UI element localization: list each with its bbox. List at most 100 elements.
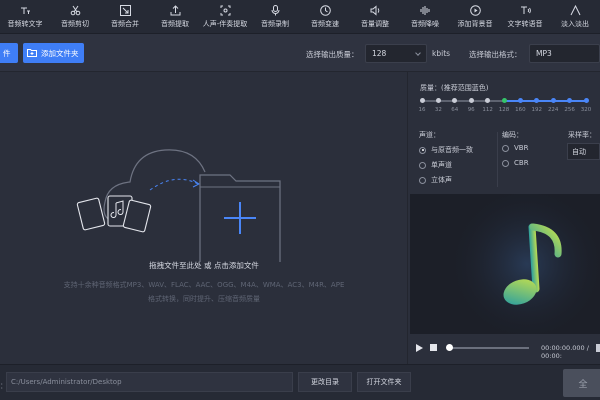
radio-dot <box>502 144 509 152</box>
volume-icon[interactable] <box>596 344 600 352</box>
quality-select[interactable]: 128 <box>365 44 427 63</box>
samplerate-select[interactable]: 自动 <box>567 143 600 160</box>
format-label: 选择输出格式： <box>469 50 522 59</box>
settings-panel: 质量：(推荐范围蓝色) 16 32 64 96 112 128 160 192 224 256 32… <box>408 72 600 192</box>
open-folder-button[interactable]: 打开文件夹 <box>357 372 411 392</box>
output-path-field[interactable]: C:/Users/Administrator/Desktop <box>6 372 293 392</box>
speed-icon <box>319 5 331 16</box>
drop-zone[interactable]: 拖拽文件至此处 或 点击添加文件 支持十余种音频格式MP3、WAV、FLAC、A… <box>0 72 408 364</box>
tool-volume-adjust[interactable]: 音量调整 <box>350 0 400 34</box>
tool-vocal-split[interactable]: 人声-伴奏提取 <box>200 0 250 34</box>
bitrate-tick[interactable] <box>419 98 425 103</box>
encoding-title: 编码： <box>502 131 523 139</box>
tool-audio-merge[interactable]: 音频合并 <box>100 0 150 34</box>
extract-icon <box>170 5 181 16</box>
play-icon[interactable] <box>416 344 423 352</box>
tool-audio-cut[interactable]: 音频剪切 <box>50 0 100 34</box>
radio-channel-original[interactable]: 与原音频一致 <box>419 145 473 155</box>
tool-audio-denoise[interactable]: 音频降噪 <box>400 0 450 34</box>
tool-label: 音频剪切 <box>61 20 89 28</box>
add-bgm-icon <box>469 5 481 16</box>
seek-bar[interactable] <box>447 347 529 349</box>
convert-all-label: 全 <box>578 379 588 390</box>
bitrate-tick[interactable] <box>485 98 491 103</box>
record-icon <box>270 5 281 16</box>
bitrate-tick[interactable] <box>501 98 507 103</box>
radio-label: 与原音频一致 <box>431 146 473 154</box>
format-value: MP3 <box>536 49 552 58</box>
tool-label: 淡入淡出 <box>561 20 589 28</box>
tool-label: 音频降噪 <box>411 20 439 28</box>
seek-handle[interactable] <box>446 344 453 351</box>
radio-channel-mono[interactable]: 单声道 <box>419 160 452 170</box>
bitrate-tick[interactable] <box>534 98 540 103</box>
options-bar: 件 添加文件夹 选择输出质量： 128 kbits 选择输出格式： MP3 <box>0 34 600 72</box>
radio-encoding-vbr[interactable]: VBR <box>502 144 528 152</box>
tool-speech-to-text[interactable]: 音频转文字 <box>0 0 50 34</box>
audio-preview <box>410 194 600 334</box>
bitrate-tick[interactable] <box>435 98 441 103</box>
channel-title: 声道： <box>419 131 440 139</box>
music-note-icon <box>447 194 600 334</box>
stop-icon[interactable] <box>430 344 437 351</box>
time-readout: 00:00:00.000 / 00:00: <box>541 344 589 360</box>
bitrate-tick-label: 320 <box>580 107 592 113</box>
add-folder-button[interactable]: 添加文件夹 <box>23 43 84 63</box>
bitrate-tick[interactable] <box>550 98 556 103</box>
radio-dot <box>502 159 509 167</box>
radio-label: 单声道 <box>431 161 452 169</box>
bitrate-tick[interactable] <box>567 98 573 103</box>
open-folder-label: 打开文件夹 <box>366 378 402 386</box>
tool-audio-speed[interactable]: 音频变速 <box>300 0 350 34</box>
tool-fade[interactable]: 淡入淡出 <box>550 0 600 34</box>
samplerate-value: 自动 <box>572 147 586 156</box>
bitrate-tick[interactable] <box>517 98 523 103</box>
player-controls: 00:00:00.000 / 00:00: <box>408 334 600 364</box>
tool-label: 添加背景音 <box>457 20 493 28</box>
tool-add-bgm[interactable]: 添加背景音 <box>450 0 500 34</box>
tool-audio-record[interactable]: 音频录制 <box>250 0 300 34</box>
chevron-down-icon <box>415 50 421 56</box>
change-directory-button[interactable]: 更改目录 <box>298 372 352 392</box>
tool-label: 音量调整 <box>361 20 389 28</box>
fade-icon <box>570 5 581 16</box>
tool-audio-extract[interactable]: 音频提取 <box>150 0 200 34</box>
slider-recommended-range <box>504 100 586 102</box>
denoise-icon <box>420 5 431 16</box>
folder-icon <box>27 48 37 59</box>
scissors-icon <box>70 5 81 16</box>
bitrate-tick[interactable] <box>452 98 458 103</box>
bitrate-slider[interactable] <box>419 98 589 103</box>
quality-value: 128 <box>372 49 387 58</box>
tool-text-to-speech[interactable]: 文字转语音 <box>500 0 550 34</box>
bitrate-tick[interactable] <box>583 98 589 103</box>
speech-to-text-icon <box>20 5 31 16</box>
radio-dot <box>419 176 426 184</box>
drop-illustration <box>76 149 281 262</box>
radio-encoding-cbr[interactable]: CBR <box>502 159 529 167</box>
add-file-button[interactable]: 件 <box>0 43 18 63</box>
radio-label: 立体声 <box>431 176 452 184</box>
convert-all-button[interactable]: 全 <box>563 369 600 397</box>
bitrate-tick[interactable] <box>468 98 474 103</box>
bottom-bar: ： C:/Users/Administrator/Desktop 更改目录 打开… <box>0 364 600 400</box>
tool-label: 音频录制 <box>261 20 289 28</box>
tool-label: 音频转文字 <box>7 20 43 28</box>
bitrate-title: 质量：(推荐范围蓝色) <box>420 84 489 92</box>
tool-label: 音频提取 <box>161 20 189 28</box>
merge-icon <box>119 5 131 16</box>
volume-icon <box>370 5 381 16</box>
radio-label: VBR <box>514 144 529 152</box>
change-directory-label: 更改目录 <box>311 378 339 386</box>
drop-description: 支持十余种音频格式MP3、WAV、FLAC、AAC、OGG、M4A、WMA、AC… <box>63 281 345 303</box>
output-path: C:/Users/Administrator/Desktop <box>11 378 122 386</box>
radio-channel-stereo[interactable]: 立体声 <box>419 175 452 185</box>
radio-dot <box>419 161 426 169</box>
vocal-split-icon <box>220 5 231 16</box>
radio-dot <box>419 146 426 154</box>
add-file-label: 件 <box>3 48 11 58</box>
tool-label: 文字转语音 <box>507 20 543 28</box>
text-to-speech-icon <box>520 5 531 16</box>
format-select[interactable]: MP3 <box>529 44 600 63</box>
tool-label: 音频变速 <box>311 20 339 28</box>
